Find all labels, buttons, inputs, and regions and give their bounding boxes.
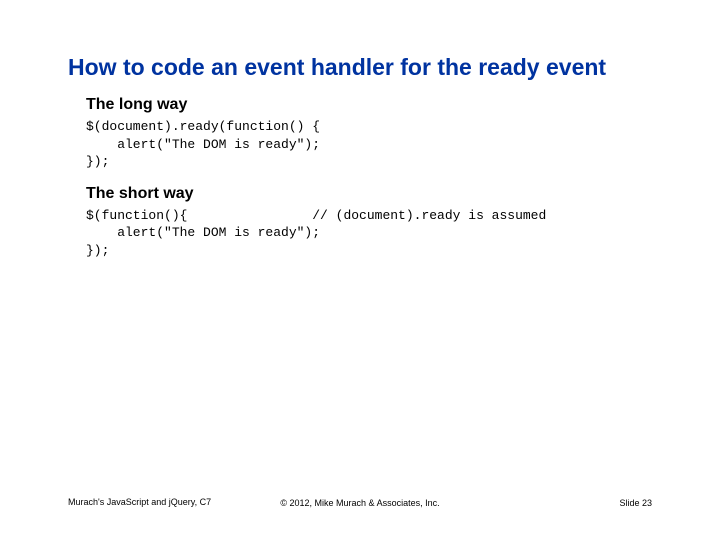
- slide-footer: Murach's JavaScript and jQuery, C7 © 201…: [68, 497, 652, 508]
- code-short-way: $(function(){ // (document).ready is ass…: [86, 207, 680, 260]
- slide-title: How to code an event handler for the rea…: [68, 54, 680, 82]
- slide-content: The long way $(document).ready(function(…: [86, 96, 680, 273]
- subhead-short-way: The short way: [86, 185, 680, 203]
- footer-copyright: © 2012, Mike Murach & Associates, Inc.: [68, 498, 652, 508]
- code-long-way: $(document).ready(function() { alert("Th…: [86, 118, 680, 171]
- slide: How to code an event handler for the rea…: [0, 0, 720, 540]
- subhead-long-way: The long way: [86, 96, 680, 114]
